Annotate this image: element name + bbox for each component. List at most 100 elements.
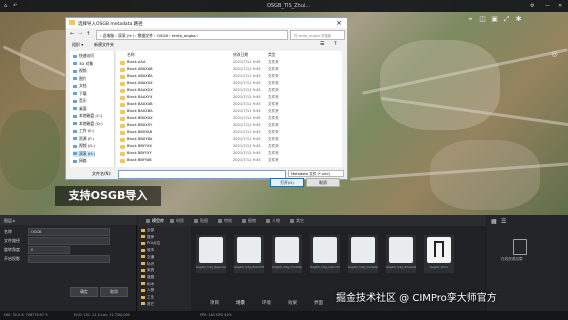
column-type-header[interactable]: 类型 [268, 52, 276, 58]
nav-item[interactable]: 音乐 [73, 98, 87, 104]
asset-folder[interactable]: 人物 [141, 288, 154, 293]
folder-icon [120, 124, 125, 128]
property-field[interactable] [28, 255, 110, 263]
new-folder-button[interactable]: 新建文件夹 [94, 42, 114, 48]
column-name-header[interactable]: 名称 [127, 52, 135, 58]
bottom-tab[interactable]: 效果 [288, 300, 297, 306]
forward-arrow-icon[interactable]: → [78, 31, 82, 37]
panel-title: 图层 ▸ [4, 218, 16, 223]
asset-folder[interactable]: 楼房 [141, 235, 154, 240]
nav-item[interactable]: 文档 [73, 83, 87, 89]
organize-button[interactable]: 组织 ▾ [72, 42, 83, 48]
asset-tab[interactable]: 其它 [290, 217, 304, 224]
bottom-tab[interactable]: 环境 [262, 300, 271, 306]
asset-tab[interactable]: 模型库 [146, 217, 164, 224]
filename-input[interactable] [118, 170, 286, 179]
file-row[interactable]: Block ABAXXX 2021/7/11 9:45 文件夹 [118, 81, 340, 87]
bottom-tab[interactable]: 项目 [210, 300, 219, 306]
asset-folder[interactable]: 家具 [141, 268, 154, 273]
bottom-tab[interactable]: 界面 [314, 300, 323, 306]
file-row[interactable]: Block BAXXAB 2021/7/11 9:45 文件夹 [118, 102, 340, 108]
search-placeholder: 在 tenta_angba 中搜索 [294, 33, 331, 38]
file-row[interactable]: Block BBXXXX 2021/7/11 9:45 文件夹 [118, 116, 340, 122]
asset-tab[interactable]: 贴图 [194, 217, 208, 224]
asset-folder[interactable]: 标识 [141, 262, 154, 267]
file-type-select[interactable]: Metadata 文件 (*.xml) [288, 170, 344, 177]
document-icon[interactable] [513, 239, 527, 255]
nav-item[interactable]: 网络 [73, 158, 87, 164]
asset-folder[interactable]: 交通 [141, 255, 154, 260]
asset-folder[interactable]: POI点位 [141, 241, 160, 246]
nav-item[interactable]: 图片 [73, 76, 87, 82]
nav-item[interactable]: 本地磁盘 (C:) [73, 113, 102, 119]
file-row[interactable]: Block ABAXBA 2021/7/11 9:45 文件夹 [118, 74, 340, 80]
file-row[interactable]: Block BBYYXX 2021/7/11 9:45 文件夹 [118, 144, 340, 150]
measure-icon[interactable]: ⌖ [466, 15, 475, 24]
asset-thumbnail[interactable]: OsgbS_Cdg_Bomhtdsos [234, 235, 264, 273]
column-date-header[interactable]: 修改日期 [233, 52, 248, 58]
minimize-icon[interactable]: — [545, 3, 550, 9]
bottom-tab[interactable]: 场景 [236, 300, 245, 306]
close-icon[interactable]: ✕ [558, 3, 562, 9]
close-icon[interactable]: × [331, 18, 347, 28]
settings-icon[interactable]: ✱ [514, 15, 523, 24]
file-row[interactable]: Block BBXYAB 2021/7/11 9:45 文件夹 [118, 130, 340, 136]
asset-tab[interactable]: 材质 [170, 217, 184, 224]
nav-item[interactable]: 视频 (G:) [73, 143, 95, 149]
confirm-button[interactable]: 确定 [70, 287, 98, 297]
nav-item[interactable]: 资源 (F:) [73, 136, 94, 142]
file-row[interactable]: Block BAAXYX 2021/7/11 9:45 文件夹 [118, 95, 340, 101]
back-icon[interactable]: ↶ [13, 3, 17, 9]
help-icon[interactable]: ? [334, 41, 337, 47]
file-row[interactable]: Block ABAXAB 2021/7/11 9:45 文件夹 [118, 67, 340, 73]
asset-thumbnail[interactable]: OsgbS_Cdg_Dzuc3ms [310, 235, 340, 273]
asset-thumbnail[interactable]: OsgbS_Cdg_Dodsdpx [348, 235, 378, 273]
nav-item[interactable]: 本地磁盘 (D:) [73, 121, 103, 127]
property-field[interactable] [28, 237, 110, 245]
asset-tab[interactable]: 植物 [242, 217, 256, 224]
nav-item[interactable]: 工作 (E:) [73, 128, 94, 134]
asset-folder[interactable]: 道路 [141, 275, 154, 280]
nav-item[interactable]: 双采 (H:) [73, 150, 95, 157]
nav-item[interactable]: 快速访问 [73, 53, 94, 59]
file-row[interactable]: Block AAA 2021/7/11 9:45 文件夹 [118, 60, 340, 66]
back-arrow-icon[interactable]: ← [70, 31, 74, 37]
nav-item[interactable]: 桌面 [73, 106, 87, 112]
image-icon[interactable]: ▣ [490, 15, 499, 24]
nav-item[interactable]: 下载 [73, 91, 87, 97]
compass-icon[interactable]: ◎ [550, 50, 559, 59]
nav-item[interactable]: 视频 [73, 68, 87, 74]
asset-folder[interactable]: 树木 [141, 282, 154, 287]
up-arrow-icon[interactable]: ↑ [86, 31, 90, 37]
file-name: Block BAXXAB [127, 102, 153, 106]
cancel-button[interactable]: 取消 [306, 178, 340, 187]
asset-thumbnail[interactable]: OsgbS_Cdg_Dnddsp [272, 235, 302, 273]
file-row[interactable]: Block BAXXBA 2021/7/11 9:45 文件夹 [118, 109, 340, 115]
list-icon[interactable]: ☰ [501, 218, 506, 225]
address-bar[interactable]: › 此电脑 › 双采 (H:) › 数据文件 › OSGB › tenta_an… [96, 30, 288, 40]
nav-item[interactable]: 3D 对象 [73, 61, 93, 67]
asset-thumbnail[interactable]: OsgbS_Cdg_Basmaisng [196, 235, 226, 273]
asset-tab[interactable]: 特效 [218, 217, 232, 224]
asset-folder[interactable]: 全部 [141, 228, 154, 233]
grid-icon[interactable]: ▦ [491, 218, 497, 225]
asset-thumbnail[interactable]: OsgbS_Dnxc [424, 235, 454, 273]
file-row[interactable]: Block BAAXXX 2021/7/11 9:45 文件夹 [118, 88, 340, 94]
file-row[interactable]: Block BBYYAB 2021/7/11 9:45 文件夹 [118, 158, 340, 164]
layer-icon[interactable]: ◫ [478, 15, 487, 24]
property-field[interactable]: OSGB [28, 228, 110, 236]
file-row[interactable]: Block BBYYXY 2021/7/11 9:45 文件夹 [118, 151, 340, 157]
asset-folder[interactable]: 城市 [141, 248, 154, 253]
property-field[interactable]: 0 [28, 246, 70, 254]
asset-thumbnail[interactable]: OsgbS_Cdg_Bmeaqfm [386, 235, 416, 273]
home-icon[interactable]: ⌂ [4, 3, 7, 9]
file-row[interactable]: Block BBXXXY 2021/7/11 9:45 文件夹 [118, 123, 340, 129]
open-button[interactable]: 打开(O) [270, 178, 304, 187]
file-row[interactable]: Block BBXYBA 2021/7/11 9:45 文件夹 [118, 137, 340, 143]
cancel-button[interactable]: 取消 [100, 287, 128, 297]
fullscreen-icon[interactable]: ⤢ [502, 15, 511, 24]
search-input[interactable]: 在 tenta_angba 中搜索 [290, 30, 345, 40]
gear-icon[interactable]: ⚙ [530, 3, 534, 9]
asset-tab[interactable]: 人物 [266, 217, 280, 224]
view-options-icon[interactable]: ☰ [320, 41, 324, 47]
